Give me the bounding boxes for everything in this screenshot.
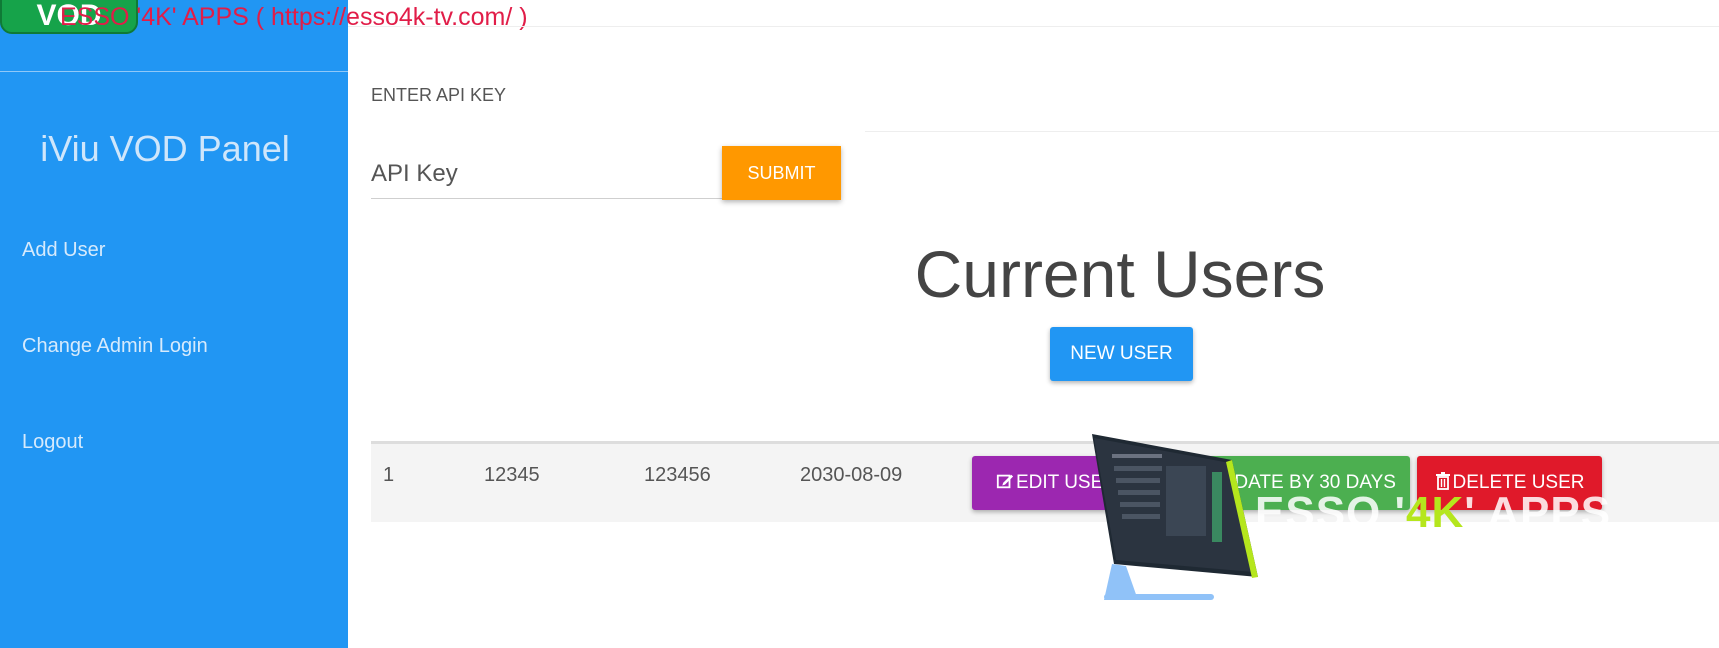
watermark-logo: ESSO '4K' APPS [1255,488,1612,537]
new-user-button[interactable]: NEW USER [1050,327,1193,381]
page-title: Current Users [914,237,1326,311]
monitor-icon [1092,434,1258,600]
sidebar-item-change-admin-login[interactable]: Change Admin Login [22,335,208,358]
cell-password: 123456 [644,464,711,486]
sidebar-item-logout[interactable]: Logout [22,431,83,454]
edit-icon [996,472,1014,494]
api-key-input[interactable] [371,150,722,199]
content-divider [865,131,1719,132]
api-key-label: ENTER API KEY [371,85,507,105]
sidebar-item-add-user[interactable]: Add User [22,239,105,262]
cell-expiry: 2030-08-09 [800,464,903,486]
sidebar-divider [0,71,348,72]
banner-text[interactable]: ESSO '4K' APPS ( https://esso4k-tv.com/ … [60,3,528,32]
panel-title: iViu VOD Panel [40,128,290,169]
cell-username: 12345 [484,464,540,486]
sidebar: iViu VOD Panel Add User Change Admin Log… [0,0,348,648]
cell-id: 1 [383,464,395,486]
header-divider [348,26,1719,27]
submit-button[interactable]: SUBMIT [722,146,841,200]
